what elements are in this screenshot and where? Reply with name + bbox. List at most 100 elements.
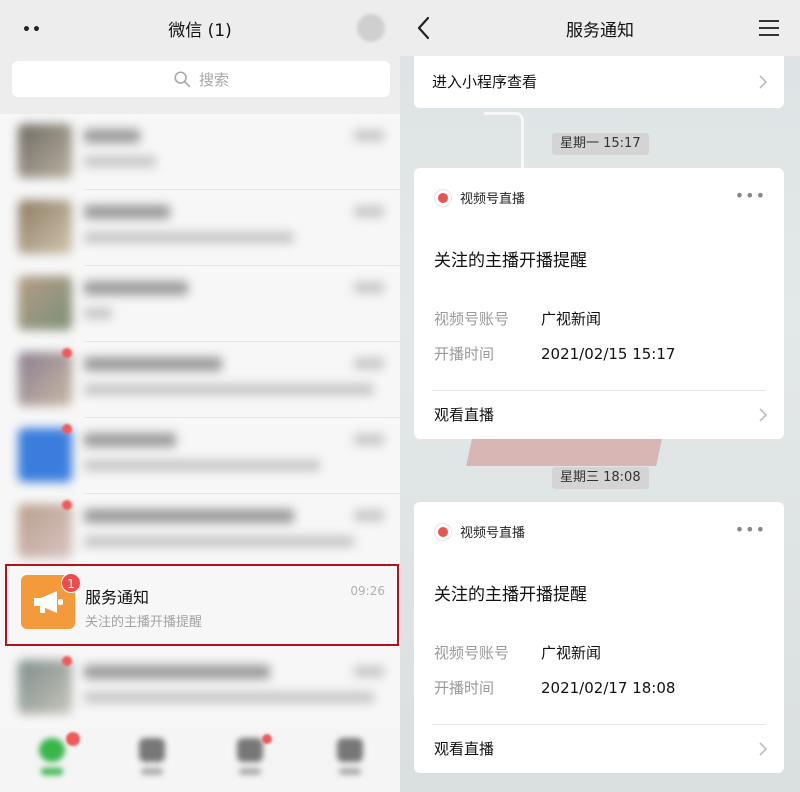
field-label: 开播时间 [434,679,495,697]
search-placeholder: 搜索 [198,70,229,89]
chat-preview-blurred [84,384,374,399]
live-dot-icon [434,188,452,207]
live-dot-icon [434,522,452,541]
megaphone-icon [34,591,63,613]
avatar [18,660,72,714]
search-bar[interactable]: 搜索 [12,61,390,97]
chat-row[interactable] [0,494,400,570]
chat-row[interactable] [0,190,400,266]
bottom-tab-bar [0,728,400,792]
chevron-right-icon [759,75,768,89]
live-notice-card: 视频号直播 ••• 关注的主播开播提醒 视频号账号 广视新闻 开播时间 2021/0… [414,502,784,773]
field-label: 视频号账号 [434,310,510,328]
tab-discover[interactable] [230,738,270,778]
notice-source-label: 视频号直播 [460,526,526,541]
chat-time-blurred [354,510,384,524]
more-options-icon[interactable]: ••• [735,186,766,205]
tab-badge [66,732,80,746]
chevron-right-icon [759,408,768,422]
chat-preview-blurred [84,308,112,323]
search-icon [174,71,190,88]
add-button[interactable] [357,14,385,42]
chat-name-blurred [84,280,188,299]
notice-field-account: 视频号账号 广视新闻 [434,642,601,663]
chat-name-blurred [84,204,170,223]
avatar [18,124,72,178]
chat-row[interactable] [0,266,400,342]
chat-list-screen: •• 微信 (1) 搜索 1 服务通知 关注的主播开播提醒 09:26 [0,0,400,792]
chat-list-header: •• 微信 (1) [0,0,400,56]
chat-preview-blurred [84,232,294,247]
chat-time-blurred [354,358,384,372]
chat-time-blurred [354,206,384,220]
field-value: 广视新闻 [541,310,602,328]
chat-preview-blurred [84,536,354,551]
chat-row[interactable] [0,114,400,190]
watch-live-button[interactable]: 观看直播 [434,738,494,759]
notice-field-start-time: 开播时间 2021/02/15 15:17 [434,343,675,364]
chat-row-service-notification[interactable]: 1 服务通知 关注的主播开播提醒 09:26 [7,566,397,644]
hamburger-menu-icon[interactable] [758,18,780,38]
chat-name-blurred [84,664,270,683]
tab-contacts[interactable] [132,738,172,778]
tab-badge [262,734,272,744]
chat-name-blurred [84,432,176,451]
unread-count-badge: 1 [61,573,81,593]
chat-preview-blurred [84,460,320,475]
chat-row[interactable] [0,650,400,726]
notice-heading: 关注的主播开播提醒 [434,585,587,605]
notice-source: 视频号直播 [434,188,525,207]
mini-program-link-card[interactable]: 进入小程序查看 [414,56,784,108]
more-options-icon[interactable]: ••• [735,520,766,539]
field-label: 开播时间 [434,345,495,363]
chat-name-blurred [84,356,222,375]
unread-dot [62,500,72,510]
field-value: 2021/02/15 15:17 [541,345,676,363]
wallpaper-decoration [484,112,524,172]
chat-name-blurred [84,508,294,527]
screenshot-root: •• 微信 (1) 搜索 1 服务通知 关注的主播开播提醒 09:26 服务通知… [0,0,800,792]
avatar [18,352,72,406]
field-value: 2021/02/17 18:08 [541,679,676,697]
notice-field-start-time: 开播时间 2021/02/17 18:08 [434,677,675,698]
watch-live-button[interactable]: 观看直播 [434,404,494,425]
message-timestamp: 星期一 15:17 [552,133,649,155]
field-value: 广视新闻 [541,644,602,662]
chevron-right-icon [759,742,768,756]
field-label: 视频号账号 [434,644,510,662]
page-title: 微信 (1) [168,21,232,41]
tab-me[interactable] [330,738,370,778]
avatar [18,200,72,254]
unread-dot [62,656,72,666]
divider [432,724,766,725]
unread-dot [62,424,72,434]
chat-time-blurred [354,434,384,448]
chat-time: 09:26 [350,584,385,598]
unread-dot [62,348,72,358]
live-notice-card: 视频号直播 ••• 关注的主播开播提醒 视频号账号 广视新闻 开播时间 2021/0… [414,168,784,439]
highlighted-chat-row: 1 服务通知 关注的主播开播提醒 09:26 [5,564,399,646]
avatar [18,276,72,330]
service-notification-screen: 服务通知 进入小程序查看 星期一 15:17 视频号直播 ••• 关注的主播开播… [400,0,800,792]
chat-time-blurred [354,130,384,144]
mini-program-link: 进入小程序查看 [432,73,538,91]
conversation-header: 服务通知 [400,0,800,56]
chat-row[interactable] [0,342,400,418]
notice-heading: 关注的主播开播提醒 [434,251,587,271]
chat-name: 服务通知 [85,588,150,607]
notice-field-account: 视频号账号 广视新闻 [434,308,601,329]
chat-preview: 关注的主播开播提醒 [85,615,203,630]
notice-source: 视频号直播 [434,522,525,541]
message-timestamp: 星期三 18:08 [552,467,649,489]
avatar [18,504,72,558]
chat-time-blurred [354,282,384,296]
conversation-title: 服务通知 [566,21,634,41]
chat-preview-blurred [84,156,156,171]
chat-time-blurred [354,666,384,680]
tab-chats[interactable] [32,738,72,778]
chat-name-blurred [84,128,140,147]
chat-preview-blurred [84,692,374,707]
chat-row[interactable] [0,418,400,494]
notice-source-label: 视频号直播 [460,192,526,207]
avatar [18,428,72,482]
